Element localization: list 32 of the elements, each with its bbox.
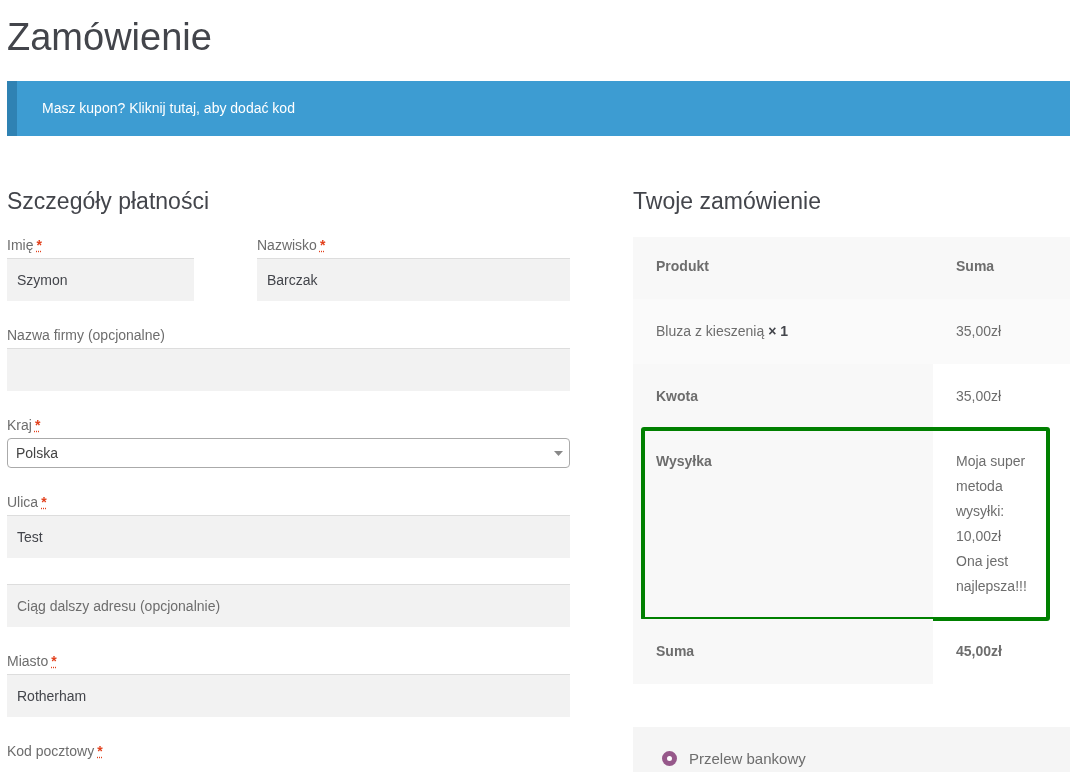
field-label: Nazwa firmy (opcjonalne) bbox=[7, 327, 166, 343]
text-field[interactable]: Barczak bbox=[257, 258, 570, 301]
table-cell-text: Ona jest najlepsza!!! bbox=[956, 552, 1028, 596]
section-title: Szczegóły płatności bbox=[7, 188, 210, 215]
payment-option[interactable]: Przelew bankowy bbox=[633, 727, 1070, 772]
text-field[interactable]: Szymon bbox=[7, 258, 194, 301]
page-title: Zamówienie bbox=[7, 16, 213, 59]
field-label: Miasto * bbox=[7, 653, 58, 669]
table-cell-text: Moja super metoda wysyłki: 10,00zł bbox=[956, 452, 1027, 546]
column-header: Suma bbox=[933, 237, 1070, 299]
row-label: Wysyłka bbox=[633, 429, 933, 619]
text-field[interactable]: Test bbox=[7, 515, 570, 558]
country-dropdown[interactable]: Polska bbox=[7, 438, 570, 468]
payment-label: Przelew bankowy bbox=[689, 750, 806, 767]
text-field[interactable] bbox=[7, 348, 570, 391]
section-title: Twoje zamówienie bbox=[633, 188, 822, 215]
field-label: Kraj * bbox=[7, 417, 42, 433]
radio-button[interactable] bbox=[662, 751, 677, 766]
row-label: Kwota bbox=[633, 364, 933, 429]
table-cell-text: 45,00zł bbox=[956, 642, 1003, 661]
field-label: Kod pocztowy * bbox=[7, 743, 104, 759]
product-cell: Bluza z kieszenią × 1 bbox=[633, 299, 933, 364]
field-label: Imię * bbox=[7, 237, 43, 253]
text-field[interactable]: Ciąg dalszy adresu (opcjonalnie) bbox=[7, 584, 570, 627]
field-label: Ulica * bbox=[7, 494, 48, 510]
column-header: Produkt bbox=[633, 237, 933, 299]
row-label: Suma bbox=[633, 619, 933, 684]
text-field[interactable]: Rotherham bbox=[7, 674, 570, 717]
table-cell: 35,00zł bbox=[933, 299, 1070, 364]
caret-icon bbox=[554, 450, 563, 456]
table-cell-text: 35,00zł bbox=[956, 387, 1003, 406]
field-label: Nazwisko * bbox=[257, 237, 327, 253]
